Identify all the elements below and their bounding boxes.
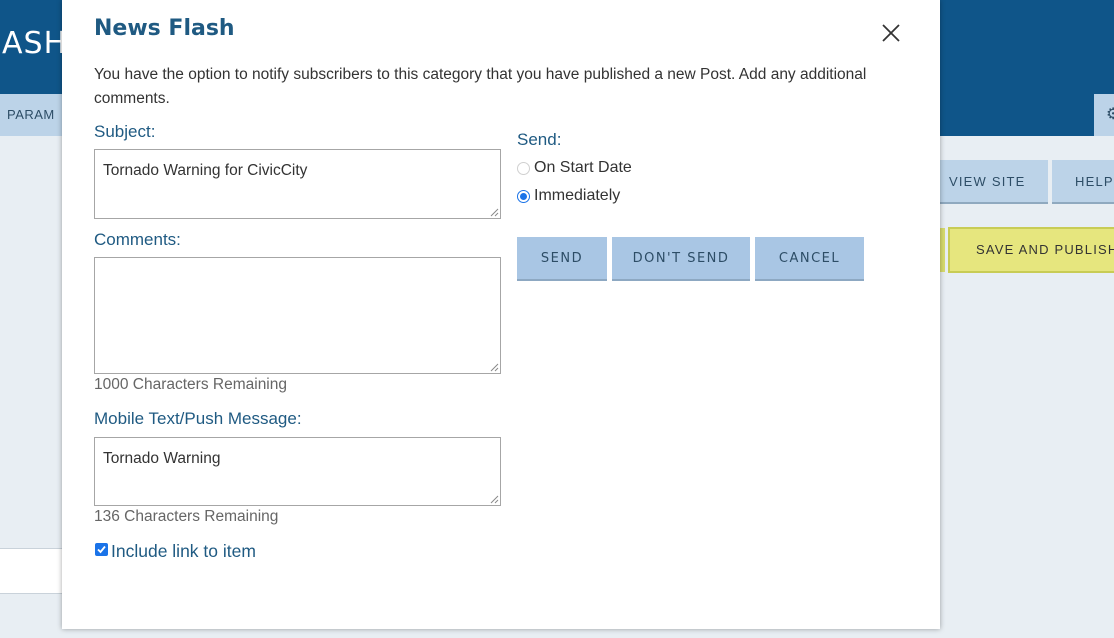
save-and-publish-button[interactable]: SAVE AND PUBLISH [948,227,1114,273]
comments-field[interactable] [94,257,501,374]
subject-value: Tornado Warning for CivicCity [103,162,308,179]
send-button[interactable]: SEND [517,237,607,281]
view-site-button[interactable]: VIEW SITE [932,160,1048,204]
radio-immediately-label[interactable]: Immediately [534,187,620,205]
cancel-button[interactable]: CANCEL [755,237,864,281]
comments-char-count: 1000 Characters Remaining [94,376,287,393]
subject-field[interactable]: Tornado Warning for CivicCity [94,149,501,219]
resize-grip-icon[interactable] [489,207,499,217]
resize-grip-icon[interactable] [489,362,499,372]
dialog-title: News Flash [94,16,235,41]
close-button[interactable] [880,22,902,44]
news-flash-dialog: News Flash You have the option to notify… [62,0,940,629]
radio-immediately[interactable] [517,190,530,203]
resize-grip-icon[interactable] [489,494,499,504]
mobile-message-value: Tornado Warning [103,450,221,467]
comments-label: Comments: [94,230,181,249]
include-link-checkbox[interactable] [95,543,108,556]
mobile-message-field[interactable]: Tornado Warning [94,437,501,506]
dialog-description: You have the option to notify subscriber… [94,66,867,107]
subject-label: Subject: [94,122,156,141]
send-label: Send: [517,130,562,149]
dont-send-button[interactable]: DON'T SEND [612,237,750,281]
page-title: ASH [2,26,68,61]
mobile-message-label: Mobile Text/Push Message: [94,409,302,428]
background-input[interactable] [0,548,62,594]
gear-icon: ⚙ [1106,106,1114,123]
close-icon [882,24,900,42]
mobile-char-count: 136 Characters Remaining [94,508,279,525]
help-button[interactable]: HELP [1052,160,1114,204]
checkmark-icon [97,545,106,554]
radio-on-start-date-label[interactable]: On Start Date [534,159,632,177]
include-link-label[interactable]: Include link to item [111,541,256,562]
radio-on-start-date[interactable] [517,162,530,175]
tab-parameters-label: PARAM [7,107,55,122]
